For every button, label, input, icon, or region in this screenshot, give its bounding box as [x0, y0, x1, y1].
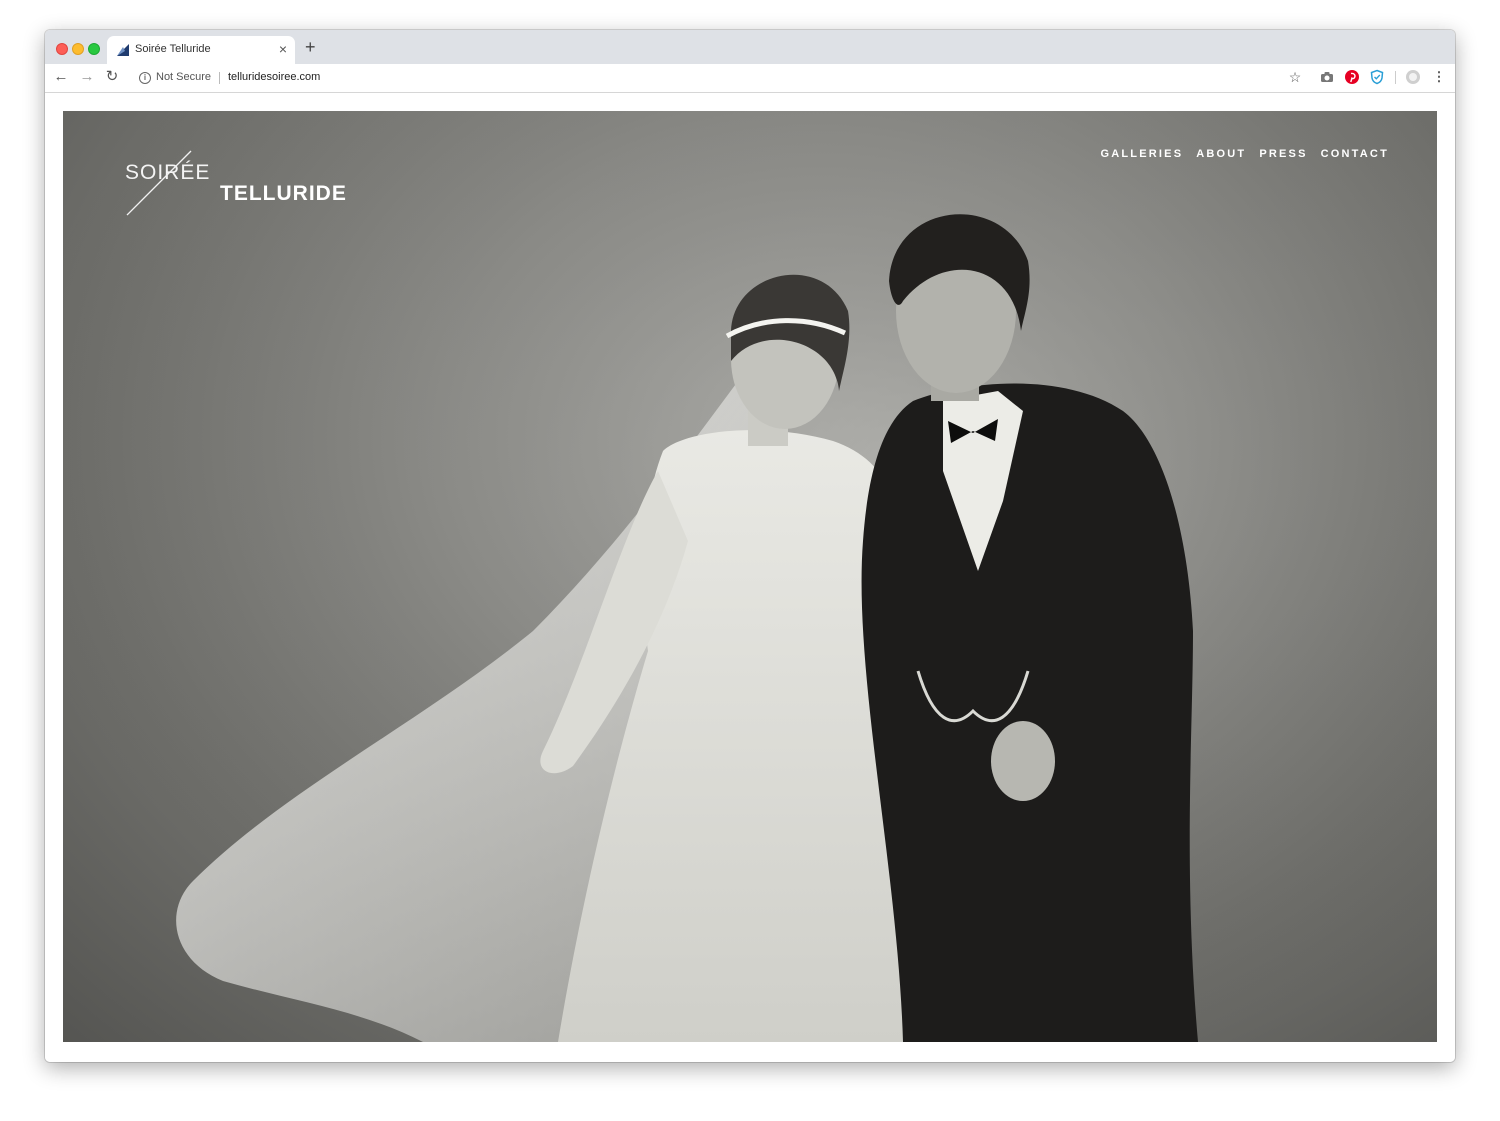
web-page: SOIRÉE TELLURIDE GALLERIES ABOUT PRESS C…	[45, 93, 1455, 1062]
nav-press[interactable]: PRESS	[1259, 148, 1307, 160]
wedding-couple-illustration	[63, 111, 1437, 1042]
close-window-button[interactable]	[56, 43, 68, 55]
forward-button[interactable]: →	[77, 67, 97, 87]
new-tab-button[interactable]: +	[305, 37, 316, 57]
minimize-window-button[interactable]	[72, 43, 84, 55]
tab-title: Soirée Telluride	[135, 43, 211, 55]
url-text[interactable]: telluridesoiree.com	[228, 71, 320, 83]
browser-menu-icon[interactable]: ⋮	[1431, 69, 1447, 85]
back-button[interactable]: ←	[51, 67, 71, 87]
security-label: Not Secure	[156, 71, 212, 83]
address-divider	[219, 72, 220, 84]
browser-toolbar: ← → ↻ i Not Secure telluridesoiree.com ☆	[45, 64, 1455, 93]
logo-word-telluride: TELLURIDE	[220, 182, 347, 205]
toolbar-divider	[1395, 71, 1396, 84]
nav-galleries[interactable]: GALLERIES	[1100, 148, 1183, 160]
main-nav: GALLERIES ABOUT PRESS CONTACT	[1100, 148, 1389, 160]
close-tab-icon[interactable]: ×	[279, 41, 287, 57]
info-icon[interactable]: i	[139, 72, 151, 84]
maximize-window-button[interactable]	[88, 43, 100, 55]
site-favicon-icon	[117, 44, 129, 56]
tab-strip: Soirée Telluride × +	[45, 30, 1455, 64]
hero-photo: SOIRÉE TELLURIDE GALLERIES ABOUT PRESS C…	[63, 111, 1437, 1042]
browser-tab[interactable]: Soirée Telluride ×	[107, 36, 295, 64]
logo-slash-icon	[126, 150, 192, 216]
camera-icon[interactable]	[1319, 69, 1335, 85]
site-logo[interactable]: SOIRÉE TELLURIDE	[125, 149, 355, 219]
profile-icon[interactable]	[1405, 69, 1421, 85]
bookmark-star-icon[interactable]: ☆	[1287, 69, 1303, 85]
reload-button[interactable]: ↻	[102, 67, 122, 87]
nav-about[interactable]: ABOUT	[1196, 148, 1246, 160]
pinterest-icon[interactable]	[1344, 69, 1360, 85]
address-bar[interactable]: i Not Secure telluridesoiree.com	[131, 66, 1281, 90]
shield-icon[interactable]	[1369, 69, 1385, 85]
nav-contact[interactable]: CONTACT	[1321, 148, 1389, 160]
browser-window: Soirée Telluride × + ← → ↻ i Not Secure …	[45, 30, 1455, 1062]
